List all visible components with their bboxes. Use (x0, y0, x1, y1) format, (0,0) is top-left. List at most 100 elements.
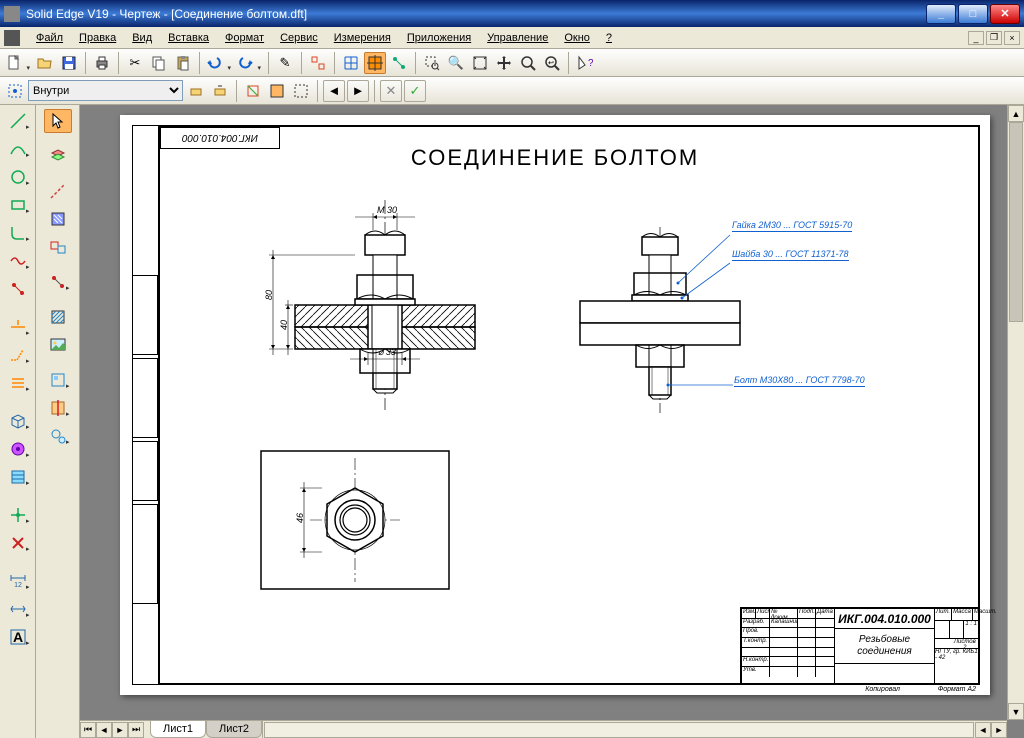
vertical-scrollbar[interactable]: ▲ ▼ (1007, 105, 1024, 720)
drawing-title: СОЕДИНЕНИЕ БОЛТОМ (411, 145, 699, 171)
section-view-tool[interactable] (44, 396, 72, 420)
menu-apps[interactable]: Приложения (399, 30, 479, 46)
dimension-between-tool[interactable] (4, 597, 32, 621)
trim-tool[interactable] (4, 315, 32, 339)
nav-forward-button[interactable]: ► (347, 80, 369, 102)
scroll-down-button[interactable]: ▼ (1008, 703, 1024, 720)
new-button[interactable] (4, 52, 32, 74)
text-tool[interactable]: A (4, 625, 32, 649)
print-button[interactable] (91, 52, 113, 74)
zoom-button[interactable]: 🔍 (445, 52, 467, 74)
tb-drawing-number: ИКГ.004.010.000 (834, 609, 934, 629)
first-sheet-button[interactable]: ⏮ (80, 722, 96, 738)
menu-edit[interactable]: Правка (71, 30, 124, 46)
grid-button[interactable] (340, 52, 362, 74)
undo-button[interactable] (205, 52, 233, 74)
update-views-button[interactable] (307, 52, 329, 74)
delete-tool[interactable] (4, 531, 32, 555)
menu-view[interactable]: Вид (124, 30, 160, 46)
scroll-right-button[interactable]: ► (991, 722, 1007, 738)
fit-button[interactable] (469, 52, 491, 74)
hatch-button[interactable] (44, 305, 72, 329)
constraints-icon[interactable] (4, 277, 32, 301)
mdi-restore-button[interactable]: ❐ (986, 31, 1002, 45)
cut-button[interactable]: ✂ (124, 52, 146, 74)
copy-button[interactable] (148, 52, 170, 74)
select-inside-icon[interactable] (4, 80, 26, 102)
svg-text:?: ? (588, 58, 593, 69)
dim-40: 40 (279, 320, 289, 330)
offset-tool[interactable] (4, 371, 32, 395)
menu-format[interactable]: Формат (217, 30, 272, 46)
menu-file[interactable]: Файл (28, 30, 71, 46)
horizontal-scrollbar[interactable] (264, 722, 974, 738)
document-icon (4, 30, 20, 46)
layers-button[interactable] (44, 144, 72, 168)
menu-insert[interactable]: Вставка (160, 30, 217, 46)
last-sheet-button[interactable]: ⏭ (128, 722, 144, 738)
intellisketch-tool[interactable] (4, 249, 32, 273)
menu-help[interactable]: ? (598, 30, 620, 46)
parts-list-tool[interactable] (4, 465, 32, 489)
fill-button[interactable] (44, 207, 72, 231)
nav-back-button[interactable]: ◄ (323, 80, 345, 102)
sheet-tab-bar: ⏮ ◄ ► ⏭ Лист1 Лист2 ◄ ► (80, 720, 1007, 738)
circle-tool[interactable] (4, 165, 32, 189)
scroll-up-button[interactable]: ▲ (1008, 105, 1024, 122)
arc-tool[interactable] (4, 137, 32, 161)
symbol-tool[interactable] (4, 437, 32, 461)
select-options-1-button[interactable] (185, 80, 207, 102)
drawing-view-tool[interactable] (44, 368, 72, 392)
dim-46: 46 (295, 513, 305, 523)
close-button[interactable]: ✕ (990, 4, 1020, 24)
select-tool[interactable] (44, 109, 72, 133)
tb-signatures: Изм.Лист№ докум.Подп.Дата Разраб.Калашни… (742, 609, 834, 683)
accept-button[interactable]: ✓ (404, 80, 426, 102)
scroll-left-button[interactable]: ◄ (975, 722, 991, 738)
prev-view-button[interactable]: ↩ (541, 52, 563, 74)
menu-measure[interactable]: Измерения (326, 30, 399, 46)
line-tool[interactable] (4, 109, 32, 133)
prev-sheet-button[interactable]: ◄ (96, 722, 112, 738)
next-sheet-button[interactable]: ► (112, 722, 128, 738)
image-button[interactable] (44, 333, 72, 357)
cancel-button[interactable]: ✕ (380, 80, 402, 102)
selection-mode-dropdown[interactable]: Внутри (28, 80, 183, 101)
zoom-area-button[interactable] (421, 52, 443, 74)
activate-part-button[interactable] (242, 80, 264, 102)
extend-tool[interactable] (4, 343, 32, 367)
mdi-minimize-button[interactable]: _ (968, 31, 984, 45)
fillet-tool[interactable] (4, 221, 32, 245)
save-button[interactable] (58, 52, 80, 74)
top-down-button[interactable] (266, 80, 288, 102)
connect-tool[interactable] (44, 270, 72, 294)
convert-button[interactable] (44, 235, 72, 259)
alignment-button[interactable] (364, 52, 386, 74)
sketch-button[interactable]: ✎ (274, 52, 296, 74)
minimize-button[interactable]: _ (926, 4, 956, 24)
sheet-tab-2[interactable]: Лист2 (206, 721, 262, 738)
redo-button[interactable] (235, 52, 263, 74)
help-button[interactable]: ? (574, 52, 596, 74)
select-options-2-button[interactable] (209, 80, 231, 102)
scroll-thumb[interactable] (1009, 122, 1023, 322)
drawing-canvas[interactable]: ИКГ.004.010.000 СОЕДИНЕНИЕ БОЛТОМ (80, 105, 1024, 738)
rectangle-tool[interactable] (4, 193, 32, 217)
maximize-button[interactable]: □ (958, 4, 988, 24)
menu-service[interactable]: Сервис (272, 30, 326, 46)
zoom-tool-button[interactable] (517, 52, 539, 74)
detail-view-tool[interactable] (44, 424, 72, 448)
paste-button[interactable] (172, 52, 194, 74)
relations-button[interactable] (388, 52, 410, 74)
menu-window[interactable]: Окно (556, 30, 598, 46)
sheet-tab-1[interactable]: Лист1 (150, 721, 206, 738)
dimension-smart-tool[interactable]: 12 (4, 569, 32, 593)
construction-button[interactable] (44, 179, 72, 203)
restore-button[interactable] (290, 80, 312, 102)
open-button[interactable] (34, 52, 56, 74)
mdi-close-button[interactable]: × (1004, 31, 1020, 45)
menu-manage[interactable]: Управление (479, 30, 556, 46)
move-tool[interactable] (4, 503, 32, 527)
pan-button[interactable] (493, 52, 515, 74)
view-tool[interactable] (4, 409, 32, 433)
